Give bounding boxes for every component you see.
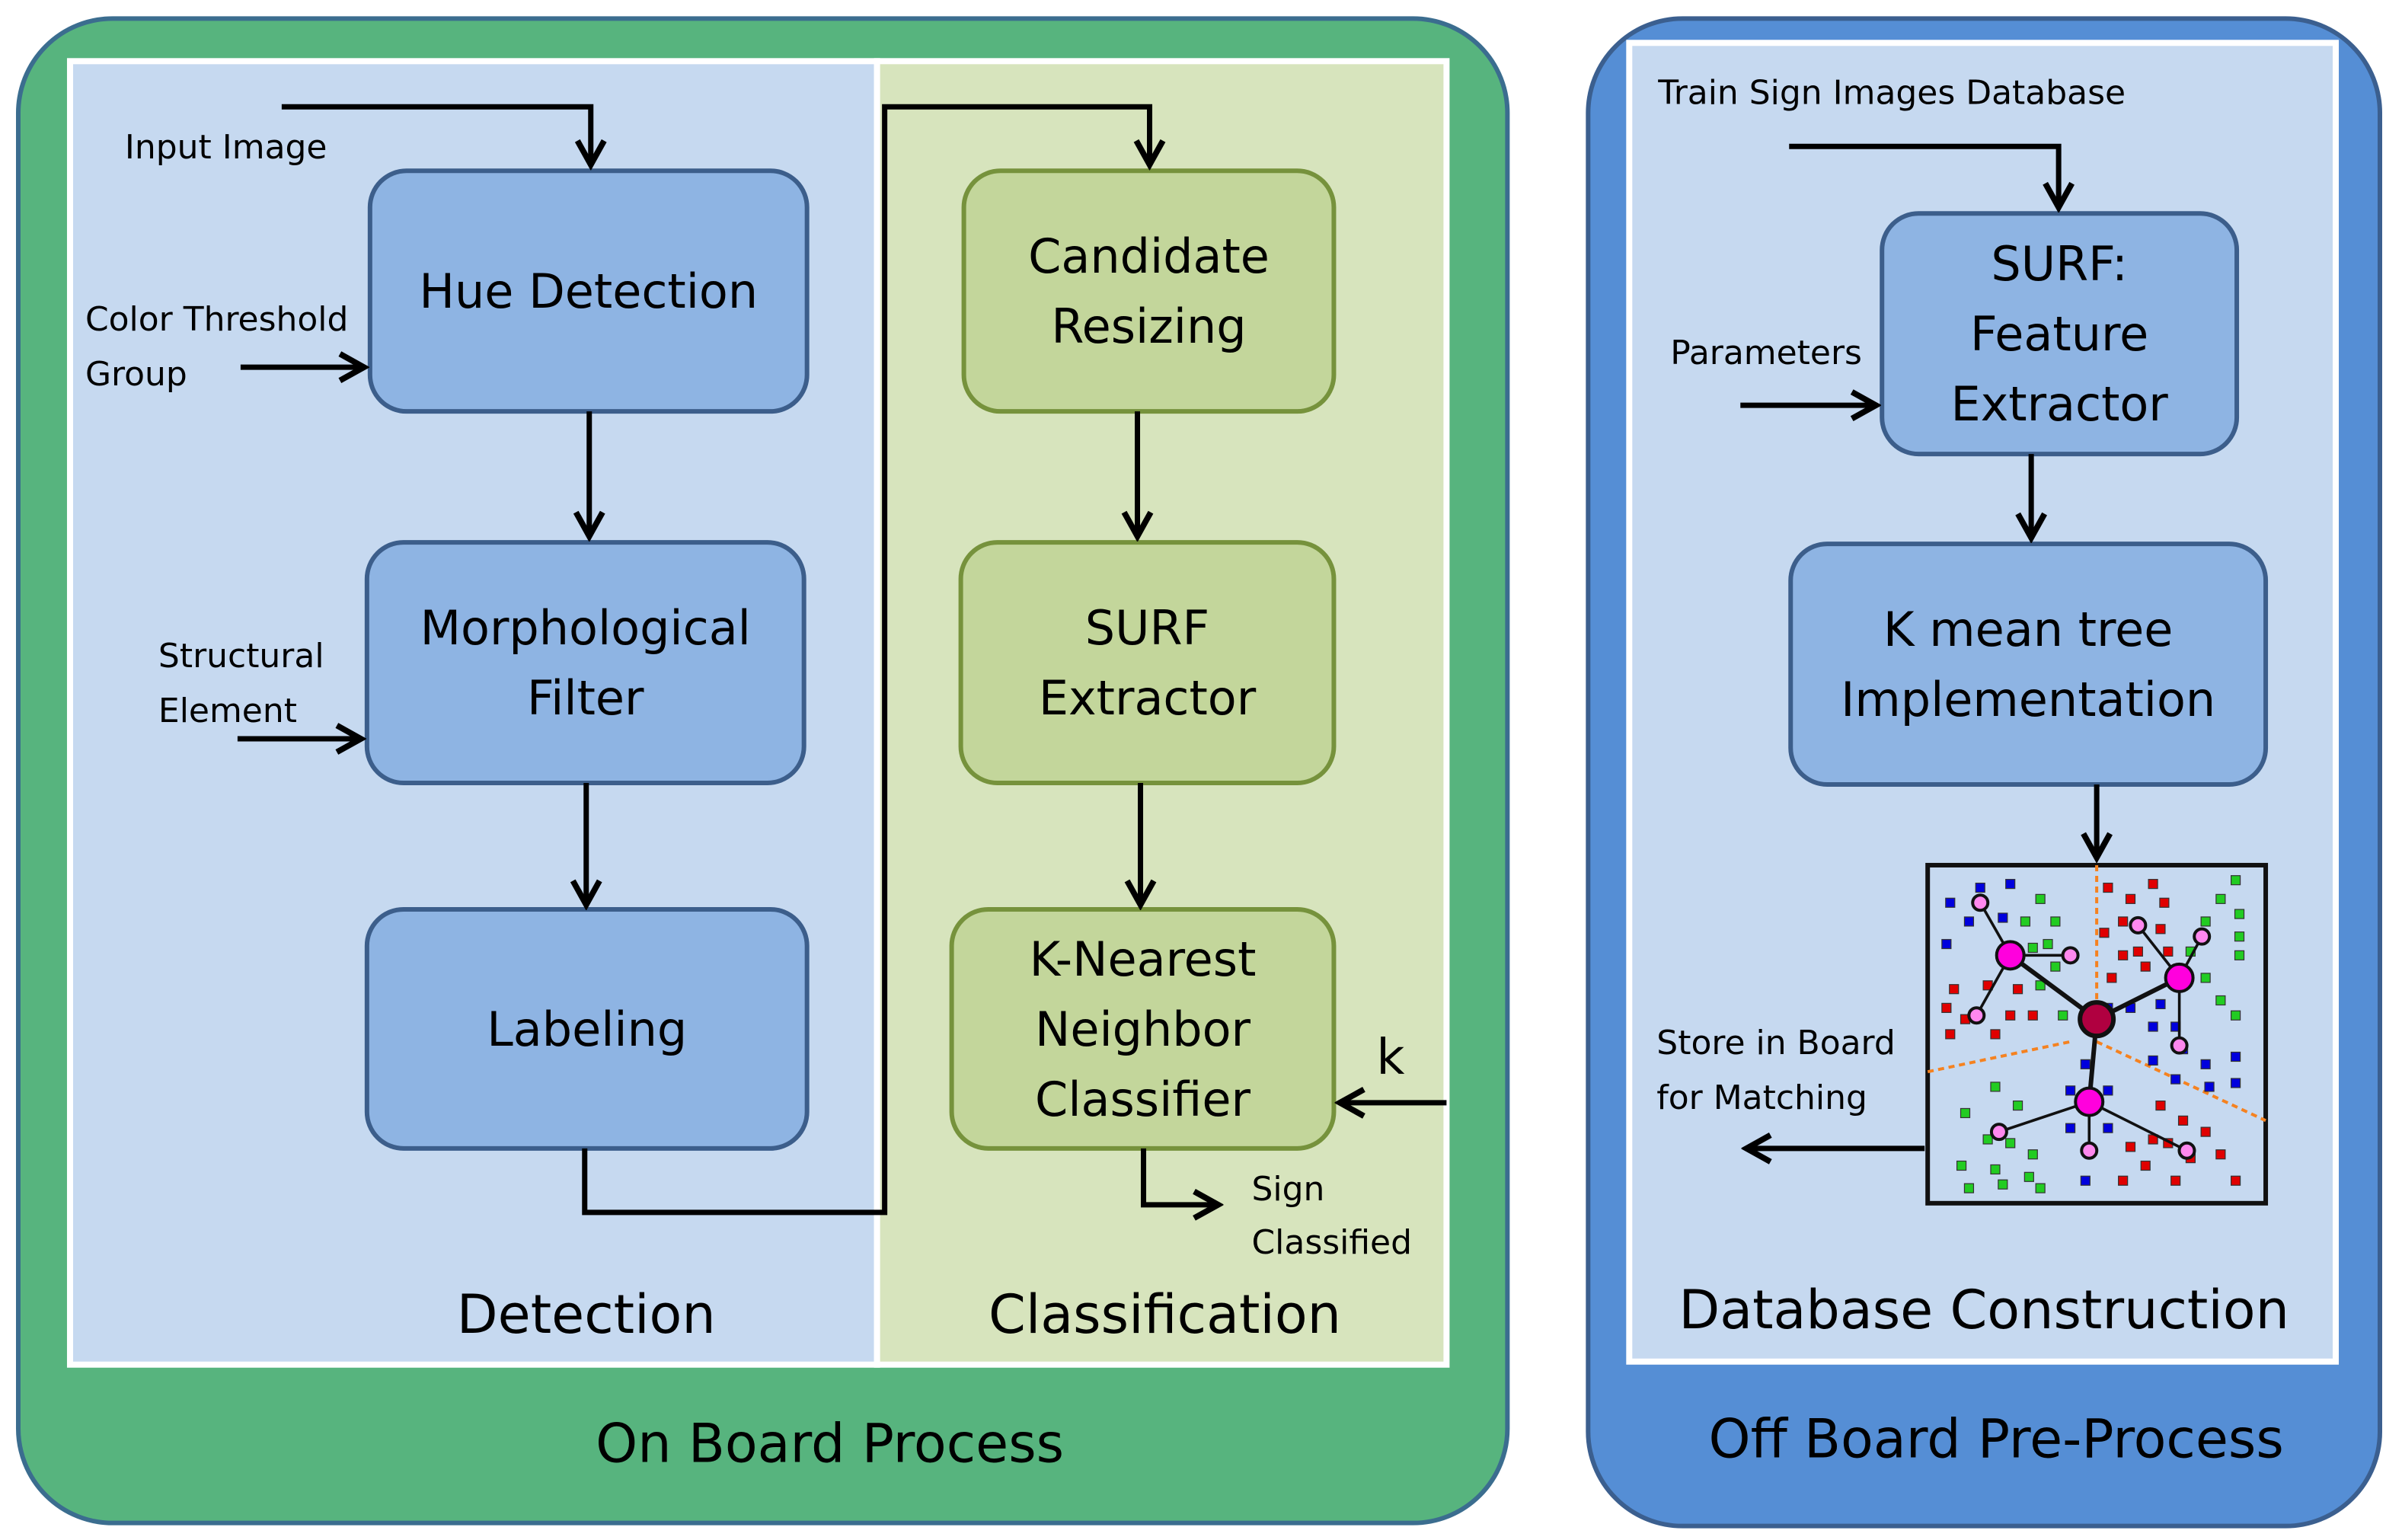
knn-classifier-box-label: K-Nearest [1030,931,1257,987]
surf-feature-extractor-box-label: Feature [1970,306,2148,362]
candidate-resizing-box-label: Resizing [1051,299,1246,354]
candidate-resizing-box: Candidate Resizing [961,168,1337,414]
morphological-filter-box-label: Filter [527,670,644,726]
surf-feature-extractor-box-label: SURF: [1991,236,2127,292]
k-label: k [1376,1030,1404,1086]
color-threshold-label: Color Threshold [85,300,348,339]
knn-classifier-box-label: Neighbor [1035,1002,1251,1057]
detection-title: Detection [457,1283,716,1346]
surf-extractor-box: SURF Extractor [958,540,1337,785]
store-label: Store in Board [1656,1024,1895,1062]
hue-detection-box-label: Hue Detection [419,264,758,319]
knn-classifier-box-label: Classifier [1035,1072,1250,1127]
kmean-tree-box: K mean tree Implementation [1788,542,2269,787]
surf-feature-extractor-box: SURF: Feature Extractor [1880,211,2240,457]
morphological-filter-box: Morphological Filter [364,540,807,785]
parameters-label: Parameters [1670,334,1862,372]
structural-element-label-2: Element [158,692,297,730]
kmean-tree-box-label: K mean tree [1883,602,2173,657]
candidate-resizing-box-label: Candidate [1028,228,1270,284]
store-label-2: for Matching [1656,1078,1867,1117]
classification-title: Classification [989,1283,1341,1346]
sign-classified-label-2: Classified [1251,1223,1412,1262]
labeling-box: Labeling [364,906,810,1151]
color-threshold-label-2: Group [85,355,187,394]
off-board-title: Off Board Pre-Process [1709,1408,2284,1471]
train-db-label: Train Sign Images Database [1657,73,2126,112]
morphological-filter-box-label: Morphological [420,600,751,656]
labeling-box-label: Labeling [487,1002,687,1057]
hue-detection-box: Hue Detection [367,168,810,414]
structural-element-label: Structural [158,637,324,676]
sign-classified-label: Sign [1251,1170,1324,1209]
kmean-tree-box-label: Implementation [1841,672,2215,727]
kmeans-tree-illustration [1925,862,2269,1206]
on-board-title: On Board Process [596,1413,1064,1475]
surf-extractor-box-label: Extractor [1039,670,1257,726]
surf-feature-extractor-box-label: Extractor [1950,376,2168,432]
diagram: Hue Detection Morphological Filter Labeling… [15,16,2383,1529]
surf-extractor-box-label: SURF [1085,600,1209,656]
knn-classifier-box: K-Nearest Neighbor Classifier [949,906,1337,1151]
database-title: Database Construction [1679,1279,2289,1341]
input-image-label: Input Image [125,128,327,167]
